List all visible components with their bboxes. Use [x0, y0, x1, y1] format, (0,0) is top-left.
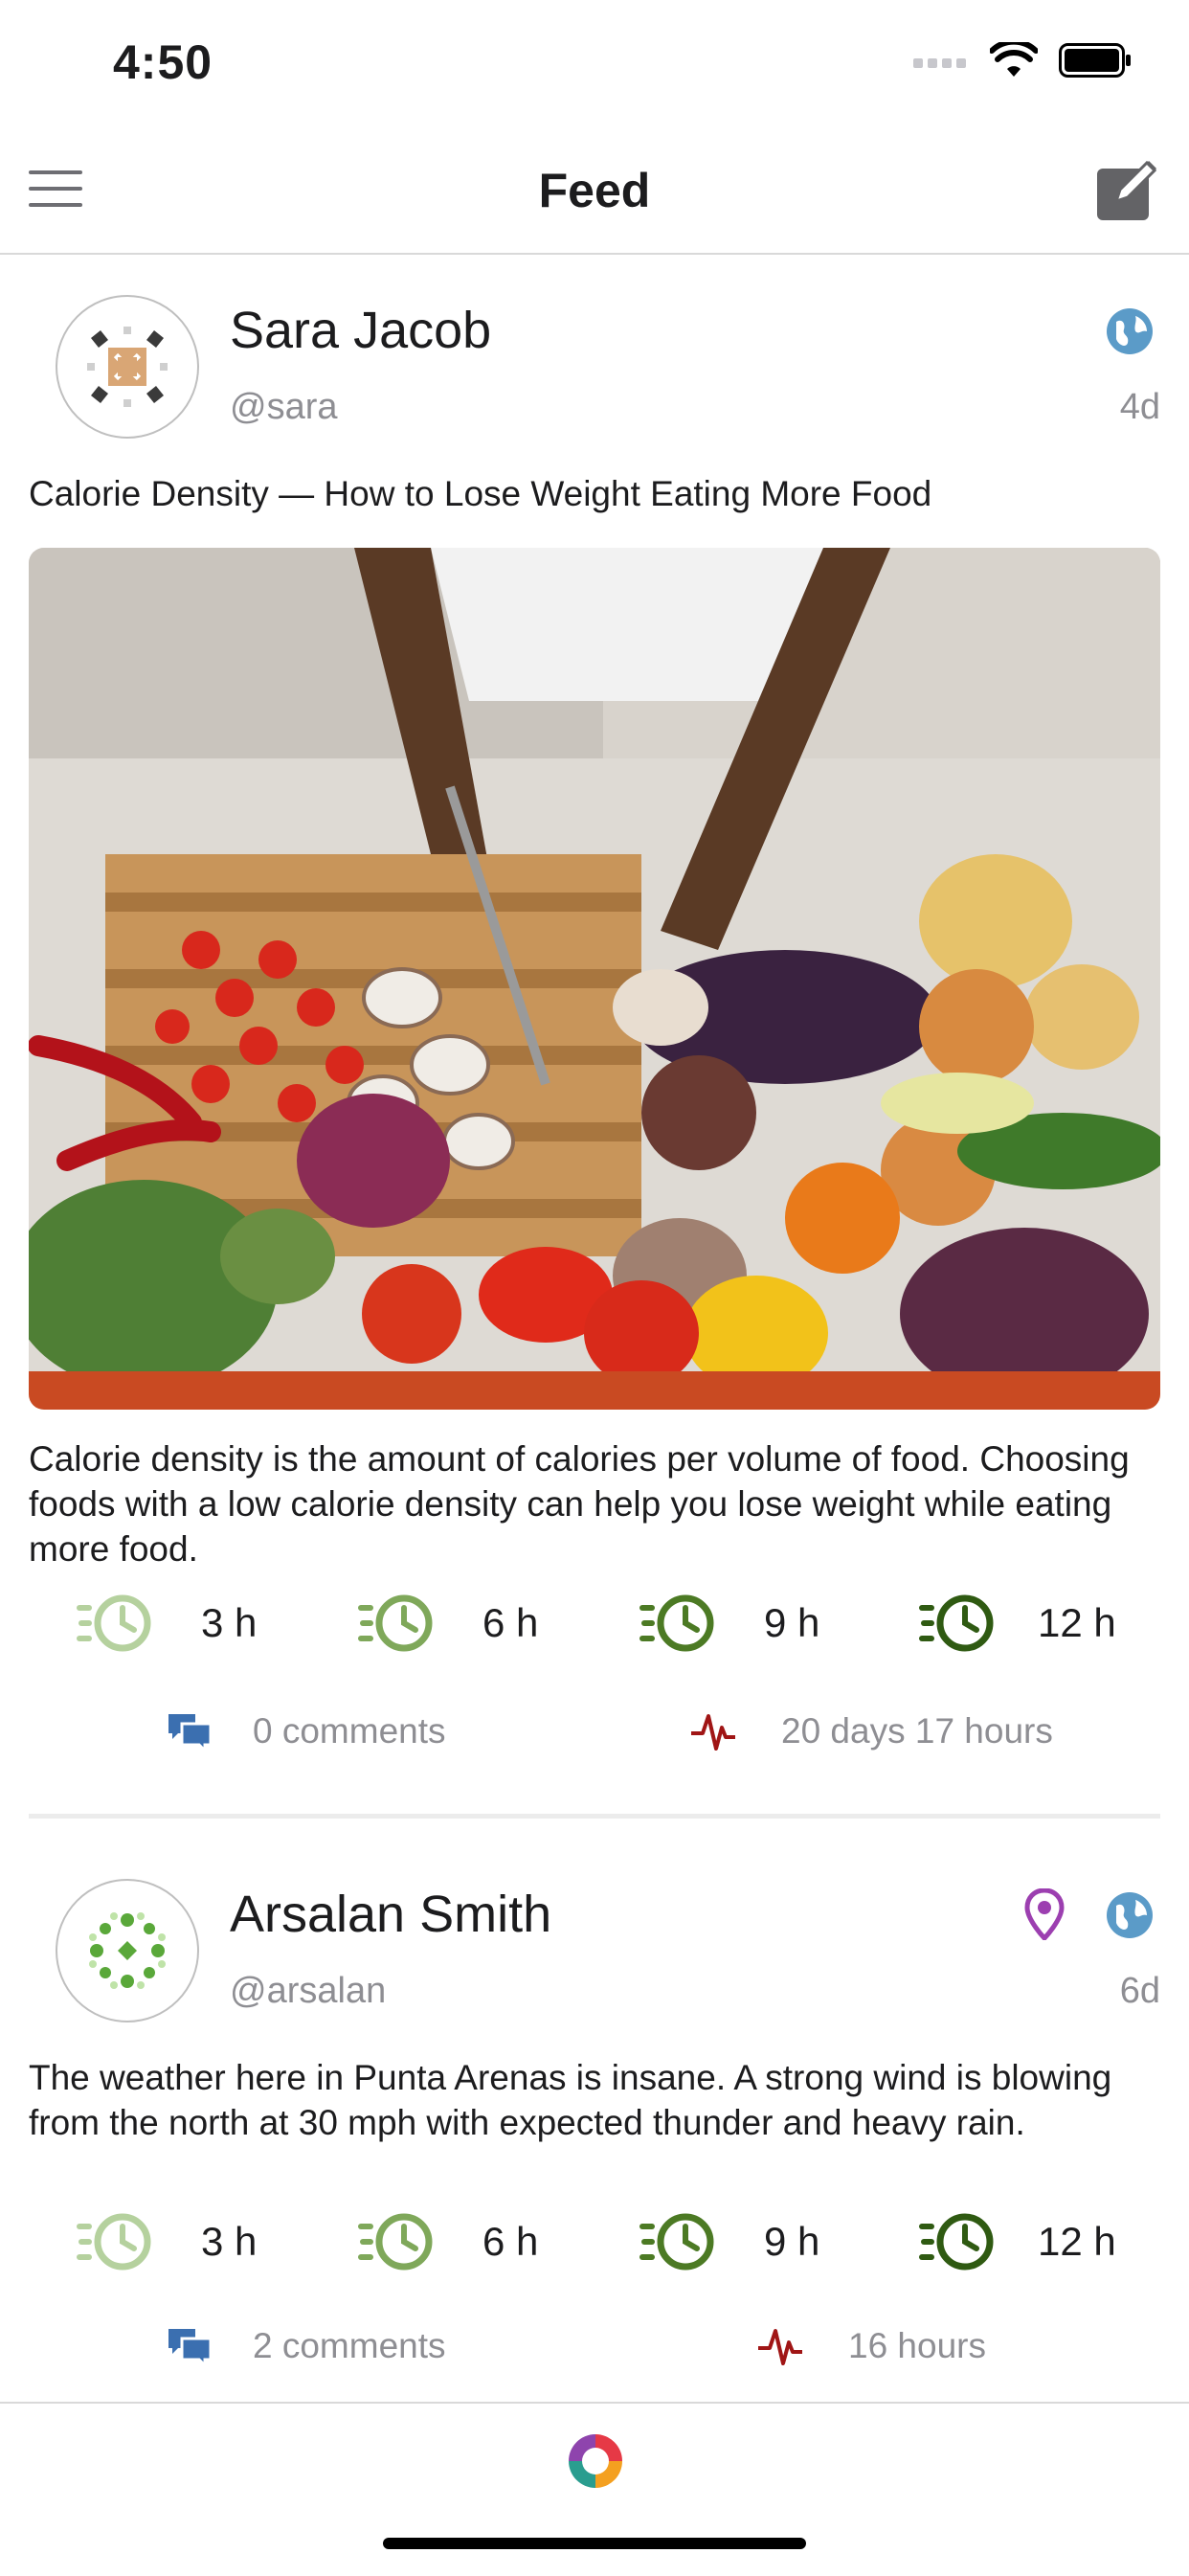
- location-pin-icon[interactable]: [1024, 1888, 1065, 1940]
- timer-icon: [358, 1594, 433, 1652]
- timer-label: 6 h: [482, 2219, 539, 2264]
- timer-icon: [639, 2213, 714, 2271]
- post-body: Calorie density is the amount of calorie…: [29, 1439, 1130, 1569]
- timer-icon: [919, 2213, 994, 2271]
- heartbeat-icon: [758, 2329, 802, 2365]
- status-time: 4:50: [113, 35, 213, 89]
- timer-icon: [639, 1594, 714, 1652]
- author-name[interactable]: Sara Jacob: [230, 301, 491, 360]
- comments-icon: [168, 2329, 213, 2367]
- food-photo-illustration: [29, 548, 1160, 1410]
- cellular-signal-icon: [913, 58, 966, 68]
- author-name[interactable]: Arsalan Smith: [230, 1885, 551, 1944]
- timer-icon: [77, 2213, 151, 2271]
- wifi-icon: [990, 42, 1038, 77]
- avatar[interactable]: [56, 295, 199, 439]
- timer-row: 3 h 6 h 9 h 12 h: [0, 1593, 1189, 1670]
- timer-12h[interactable]: 12 h: [919, 1593, 1116, 1653]
- timer-label: 3 h: [201, 2219, 258, 2264]
- comments-count: 2 comments: [253, 2326, 446, 2365]
- timer-label: 3 h: [201, 1600, 258, 1645]
- timer-icon: [77, 1594, 151, 1652]
- author-handle: @arsalan: [230, 1971, 387, 2011]
- comments-count: 0 comments: [253, 1711, 446, 1751]
- avatar-pattern-icon: [87, 327, 168, 407]
- timer-3h[interactable]: 3 h: [77, 2212, 257, 2271]
- post-meta: 2 comments 16 hours: [0, 2325, 1189, 2383]
- activity-time: 16 hours: [848, 2326, 986, 2365]
- globe-icon: [1107, 308, 1153, 354]
- timer-12h[interactable]: 12 h: [919, 2212, 1116, 2271]
- post-divider: [29, 1814, 1160, 1819]
- timer-9h[interactable]: 9 h: [639, 2212, 819, 2271]
- activity-info: 20 days 17 hours: [689, 1710, 1053, 1752]
- post-title: Calorie Density — How to Lose Weight Eat…: [29, 474, 932, 513]
- avatar-pattern-icon: [89, 1912, 166, 1989]
- timer-label: 6 h: [482, 1600, 539, 1645]
- battery-icon: [1059, 43, 1131, 78]
- activity-time: 20 days 17 hours: [781, 1711, 1053, 1751]
- post-meta: 0 comments 20 days 17 hours: [0, 1710, 1189, 1768]
- comments-link[interactable]: 2 comments: [167, 2325, 446, 2367]
- status-bar: 4:50: [0, 0, 1189, 129]
- post-image[interactable]: [29, 548, 1160, 1410]
- timer-label: 12 h: [1038, 2219, 1116, 2264]
- nav-bar: Feed: [0, 134, 1189, 255]
- author-handle: @sara: [230, 387, 338, 427]
- timer-icon: [919, 1594, 994, 1652]
- post-body: The weather here in Punta Arenas is insa…: [29, 2058, 1112, 2142]
- compose-button[interactable]: [1093, 157, 1160, 224]
- timer-6h[interactable]: 6 h: [358, 1593, 538, 1653]
- activity-info: 16 hours: [756, 2325, 986, 2367]
- avatar[interactable]: [56, 1879, 199, 2022]
- status-indicators: [913, 42, 1132, 79]
- comments-icon: [168, 1714, 213, 1752]
- heartbeat-icon: [691, 1714, 735, 1751]
- timer-label: 9 h: [764, 1600, 820, 1645]
- comments-link[interactable]: 0 comments: [167, 1710, 446, 1752]
- timer-label: 12 h: [1038, 1600, 1116, 1645]
- timer-6h[interactable]: 6 h: [358, 2212, 538, 2271]
- timer-9h[interactable]: 9 h: [639, 1593, 819, 1653]
- timer-label: 9 h: [764, 2219, 820, 2264]
- compose-icon: [1097, 160, 1157, 220]
- globe-icon: [1107, 1892, 1153, 1938]
- home-indicator: [383, 2538, 806, 2549]
- timer-icon: [358, 2213, 433, 2271]
- page-title: Feed: [538, 164, 651, 217]
- post-age: 4d: [1119, 387, 1160, 427]
- timer-3h[interactable]: 3 h: [77, 1593, 257, 1653]
- tab-bar: [0, 2402, 1189, 2576]
- timer-row: 3 h 6 h 9 h 12 h: [0, 2212, 1189, 2289]
- post-age: 6d: [1119, 1971, 1160, 2011]
- app-logo-icon[interactable]: [565, 2430, 626, 2492]
